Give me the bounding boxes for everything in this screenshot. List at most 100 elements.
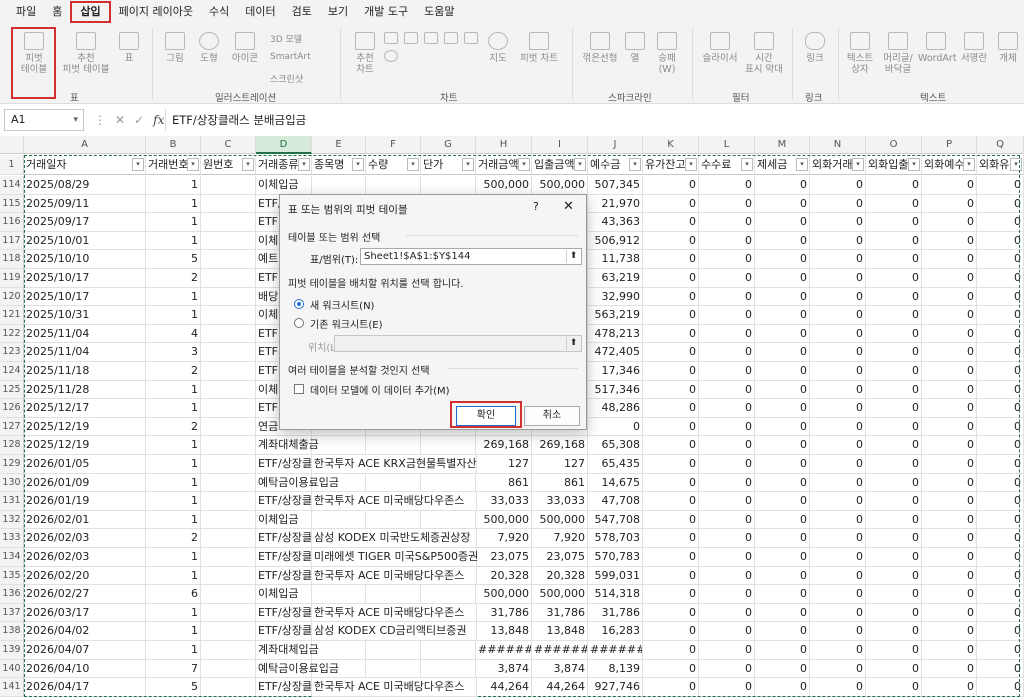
table-cell[interactable]: 0: [699, 380, 755, 400]
table-cell[interactable]: 0: [643, 287, 699, 307]
row-header[interactable]: 130: [0, 473, 24, 493]
table-cell[interactable]: 31,786: [588, 603, 643, 623]
table-cell[interactable]: 2026/01/09: [24, 473, 146, 493]
range-input[interactable]: Sheet1!$A$1:$Y$144 ⬆: [360, 248, 582, 265]
table-cell[interactable]: 1: [146, 231, 201, 251]
table-cell[interactable]: 506,912: [588, 231, 643, 251]
table-cell[interactable]: 0: [643, 231, 699, 251]
table-cell[interactable]: [366, 176, 421, 195]
table-cell[interactable]: 0: [699, 455, 755, 474]
table-cell[interactable]: 0: [588, 417, 643, 437]
row-header[interactable]: 122: [0, 324, 24, 344]
table-cell[interactable]: 이체입금: [256, 176, 312, 195]
column-header-G[interactable]: G: [421, 136, 476, 154]
textbox-button[interactable]: 텍스트 상자: [842, 32, 878, 75]
header-cell[interactable]: 거래번호 ▾: [146, 155, 201, 175]
table-cell[interactable]: 500,000: [476, 176, 532, 195]
table-cell[interactable]: 1: [146, 603, 201, 623]
table-cell[interactable]: 0: [977, 399, 1024, 418]
filter-dropdown-icon[interactable]: ▾: [187, 158, 199, 171]
table-cell[interactable]: 0: [810, 659, 866, 679]
table-cell[interactable]: 0: [699, 250, 755, 269]
table-cell[interactable]: 0: [643, 269, 699, 288]
table-cell[interactable]: 0: [699, 548, 755, 567]
table-cell[interactable]: #######: [532, 641, 588, 660]
table-cell[interactable]: 1: [146, 622, 201, 641]
help-icon[interactable]: ?: [533, 200, 539, 213]
table-cell[interactable]: 2025/10/01: [24, 231, 146, 251]
table-cell[interactable]: 0: [643, 343, 699, 362]
table-cell[interactable]: 1: [146, 436, 201, 455]
table-cell[interactable]: 0: [866, 436, 922, 455]
table-cell[interactable]: ETF/상장클래스 분배금입금: [256, 566, 312, 586]
table-cell[interactable]: 0: [810, 343, 866, 362]
table-cell[interactable]: 0: [922, 324, 977, 344]
table-cell[interactable]: [201, 529, 256, 548]
table-cell[interactable]: 7,920: [476, 529, 532, 548]
menu-tab-9[interactable]: 도움말: [416, 0, 462, 24]
table-cell[interactable]: 한국투자 ACE 미국배당다우존스: [312, 678, 477, 697]
new-worksheet-label[interactable]: 새 워크시트(N): [310, 297, 374, 312]
table-button[interactable]: 표: [116, 32, 142, 64]
table-cell[interactable]: 5: [146, 250, 201, 269]
table-cell[interactable]: 2025/10/17: [24, 269, 146, 288]
hierarchy-chart-icon[interactable]: [404, 32, 418, 44]
row-header[interactable]: 127: [0, 417, 24, 437]
table-cell[interactable]: 0: [922, 176, 977, 195]
table-cell[interactable]: 0: [977, 417, 1024, 437]
header-cell[interactable]: 단가 ▾: [421, 155, 476, 175]
table-cell[interactable]: 0: [755, 548, 810, 567]
row-header[interactable]: 141: [0, 678, 24, 697]
sparkline-line-button[interactable]: 꺾은선형: [578, 32, 622, 64]
enter-icon[interactable]: ✓: [134, 113, 144, 127]
table-cell[interactable]: 0: [643, 473, 699, 493]
icons-button[interactable]: 아이콘: [228, 32, 262, 64]
table-cell[interactable]: [201, 194, 256, 214]
table-cell[interactable]: 한국투자 ACE KRX금현물특별자산: [312, 455, 477, 474]
table-cell[interactable]: 44,264: [476, 678, 532, 697]
table-cell[interactable]: 1: [146, 548, 201, 567]
table-cell[interactable]: 0: [866, 603, 922, 623]
table-cell[interactable]: 한국투자 ACE 미국배당다우존스: [312, 492, 477, 511]
table-cell[interactable]: 269,168: [532, 436, 588, 455]
table-cell[interactable]: [201, 362, 256, 381]
table-cell[interactable]: 0: [866, 473, 922, 493]
table-cell[interactable]: #######: [588, 641, 643, 660]
table-cell[interactable]: 0: [810, 603, 866, 623]
table-cell[interactable]: 2: [146, 269, 201, 288]
row-header[interactable]: 121: [0, 306, 24, 325]
table-cell[interactable]: 3: [146, 343, 201, 362]
table-cell[interactable]: [421, 473, 476, 493]
table-cell[interactable]: [312, 641, 366, 660]
header-cell[interactable]: 예수금 ▾: [588, 155, 643, 175]
table-cell[interactable]: 0: [699, 176, 755, 195]
column-chart-icon[interactable]: [384, 32, 398, 44]
column-header-I[interactable]: I: [532, 136, 588, 154]
table-cell[interactable]: 0: [755, 176, 810, 195]
line-chart-icon[interactable]: [444, 32, 458, 44]
table-cell[interactable]: 0: [810, 529, 866, 548]
3d-models-button[interactable]: 3D 모델: [270, 32, 302, 45]
table-cell[interactable]: 7,920: [532, 529, 588, 548]
table-cell[interactable]: 2026/02/20: [24, 566, 146, 586]
column-header-F[interactable]: F: [366, 136, 421, 154]
header-cell[interactable]: 외화입출 ▾: [866, 155, 922, 175]
table-cell[interactable]: 0: [922, 455, 977, 474]
table-cell[interactable]: 0: [643, 213, 699, 232]
table-cell[interactable]: 0: [699, 678, 755, 697]
table-cell[interactable]: 0: [699, 306, 755, 325]
table-cell[interactable]: 0: [699, 510, 755, 530]
table-cell[interactable]: 0: [922, 306, 977, 325]
row-header[interactable]: 126: [0, 399, 24, 418]
table-cell[interactable]: 0: [977, 603, 1024, 623]
row-header[interactable]: 114: [0, 176, 24, 195]
table-cell[interactable]: 삼성 KODEX CD금리액티브증권: [312, 622, 477, 641]
table-cell[interactable]: 11,738: [588, 250, 643, 269]
table-cell[interactable]: 0: [699, 362, 755, 381]
table-cell[interactable]: 0: [643, 436, 699, 455]
table-cell[interactable]: [421, 510, 476, 530]
column-header-E[interactable]: E: [312, 136, 366, 154]
filter-dropdown-icon[interactable]: ▾: [685, 158, 697, 171]
table-cell[interactable]: 0: [699, 399, 755, 418]
table-cell[interactable]: 0: [810, 250, 866, 269]
